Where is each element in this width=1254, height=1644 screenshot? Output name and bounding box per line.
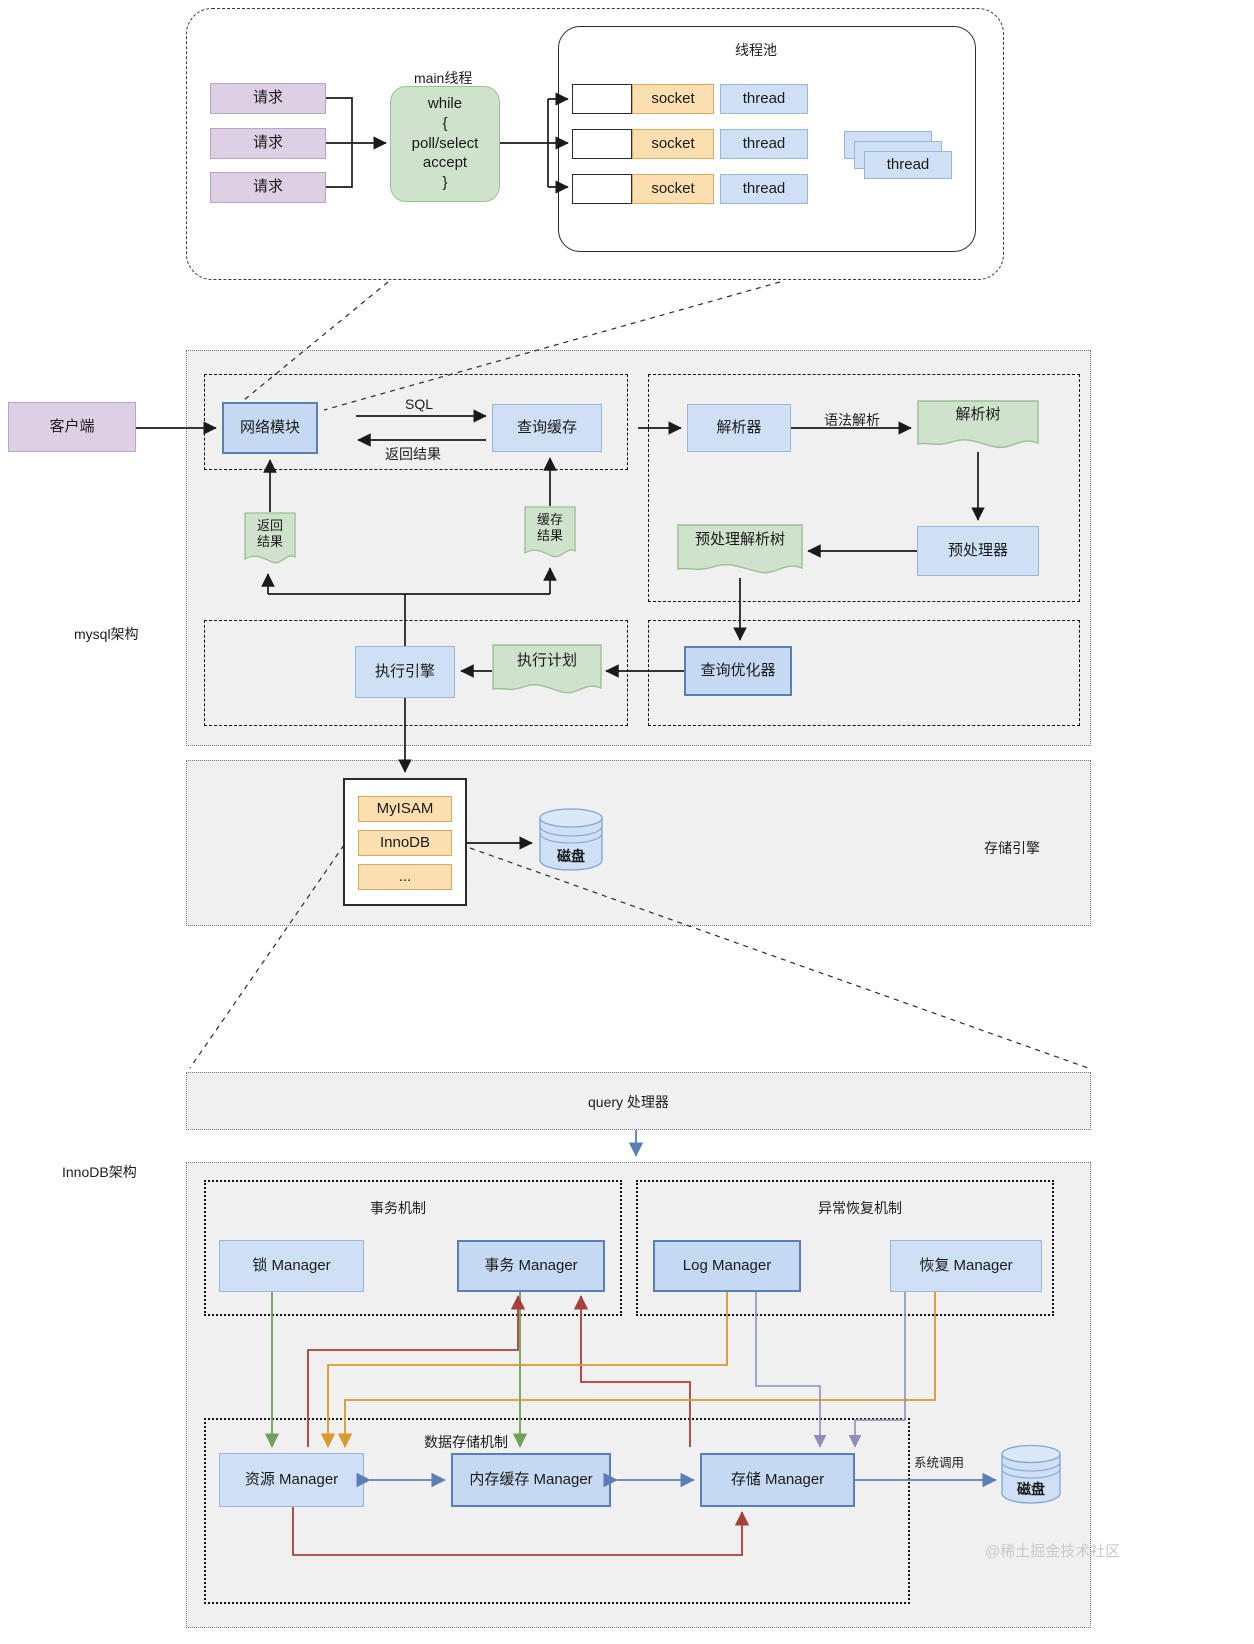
network-module-box: 网络模块: [222, 402, 318, 454]
edge-label-syntax-parse: 语法解析: [824, 412, 880, 428]
resource-manager-box: 资源 Manager: [219, 1453, 364, 1507]
manager-label: 事务 Manager: [484, 1256, 578, 1274]
innodb-architecture-label: InnoDB架构: [62, 1164, 137, 1180]
network-module-label: 网络模块: [239, 418, 300, 436]
mysql-architecture-label: mysql架构: [74, 626, 139, 642]
engine-label: MyISAM: [376, 799, 434, 817]
engine-other: ...: [358, 864, 452, 890]
manager-label: 资源 Manager: [244, 1470, 339, 1488]
disk-label: 磁盘: [1017, 1481, 1045, 1497]
storage-manager-box: 存储 Manager: [700, 1453, 855, 1507]
edge-label-sql: SQL: [405, 396, 434, 412]
main-thread-line-2: {: [442, 114, 448, 132]
data-storage-mechanism-title: 数据存储机制: [424, 1434, 508, 1450]
thread-box-1: thread: [720, 84, 808, 114]
execution-plan-flag: 执行计划: [492, 644, 602, 698]
client-label: 客户端: [49, 417, 95, 435]
main-thread-line-3: poll/select: [411, 134, 479, 152]
query-cache-box: 查询缓存: [492, 404, 602, 452]
request-label: 请求: [252, 134, 283, 152]
request-label: 请求: [252, 89, 283, 107]
watermark: @稀土掘金技术社区: [985, 1543, 1121, 1560]
socket-box-1: socket: [632, 84, 714, 114]
spare-thread-stack-front: thread: [864, 151, 952, 179]
request-box-1: 请求: [210, 83, 326, 114]
cache-result-line-1: 缓存: [536, 512, 563, 528]
query-processor-label: query 处理器: [588, 1094, 669, 1110]
socket-slot-empty-2: [572, 129, 632, 159]
main-thread-line-1: while: [427, 95, 463, 113]
execution-plan-label: 执行计划: [516, 652, 577, 669]
preprocessor-box: 预处理器: [917, 526, 1039, 576]
return-result-note: 返回 结果: [244, 512, 296, 568]
thread-pool-title: 线程池: [735, 42, 777, 58]
preprocessor-label: 预处理器: [947, 541, 1008, 559]
syscall-label: 系统调用: [914, 1456, 965, 1470]
main-thread-line-4: accept: [422, 154, 468, 172]
engine-label: ...: [398, 867, 412, 885]
memory-cache-manager-box: 内存缓存 Manager: [451, 1453, 611, 1507]
socket-label: socket: [651, 134, 695, 152]
thread-label: thread: [742, 89, 786, 107]
thread-label: thread: [742, 179, 786, 197]
log-manager-box: Log Manager: [653, 1240, 801, 1292]
data-storage-mechanism-group: [204, 1418, 910, 1604]
pre-parse-tree-flag: 预处理解析树: [677, 524, 803, 578]
socket-slot-empty-3: [572, 174, 632, 204]
engine-innodb: InnoDB: [358, 830, 452, 856]
manager-label: 内存缓存 Manager: [469, 1470, 593, 1488]
request-box-3: 请求: [210, 172, 326, 203]
engine-myisam: MyISAM: [358, 796, 452, 822]
transaction-manager-box: 事务 Manager: [457, 1240, 605, 1292]
diagram-canvas: 请求 请求 请求 main线程 while { poll/select acce…: [0, 0, 1254, 1644]
disk-label: 磁盘: [557, 848, 585, 864]
engine-label: InnoDB: [379, 833, 431, 851]
manager-label: 锁 Manager: [252, 1256, 331, 1274]
return-result-line-1: 返回: [256, 518, 283, 534]
socket-slot-empty-1: [572, 84, 632, 114]
lock-manager-box: 锁 Manager: [219, 1240, 364, 1292]
main-thread-line-5: }: [442, 174, 448, 192]
socket-label: socket: [651, 179, 695, 197]
socket-box-2: socket: [632, 129, 714, 159]
storage-engine-panel: [186, 760, 1091, 926]
main-thread-box: while { poll/select accept }: [390, 86, 500, 202]
thread-box-2: thread: [720, 129, 808, 159]
recovery-mechanism-title: 异常恢复机制: [818, 1200, 902, 1216]
main-thread-caption: main线程: [414, 70, 473, 86]
execution-engine-label: 执行引擎: [374, 662, 435, 680]
socket-label: socket: [651, 89, 695, 107]
request-label: 请求: [252, 178, 283, 196]
storage-engine-label: 存储引擎: [984, 840, 1040, 856]
edge-label-return-result: 返回结果: [385, 446, 441, 462]
request-box-2: 请求: [210, 128, 326, 159]
execution-engine-box: 执行引擎: [355, 646, 455, 698]
socket-box-3: socket: [632, 174, 714, 204]
disk-cylinder-innodb: 磁盘: [1000, 1443, 1062, 1505]
return-result-line-2: 结果: [256, 534, 283, 549]
client-box: 客户端: [8, 402, 136, 452]
disk-cylinder-storage: 磁盘: [538, 806, 604, 872]
thread-label: thread: [886, 155, 930, 173]
query-optimizer-label: 查询优化器: [700, 661, 776, 679]
manager-label: 存储 Manager: [730, 1470, 825, 1488]
cache-result-note: 缓存 结果: [524, 506, 576, 562]
pre-parse-tree-label: 预处理解析树: [694, 531, 785, 548]
recovery-manager-box: 恢复 Manager: [890, 1240, 1042, 1292]
query-cache-label: 查询缓存: [516, 418, 577, 436]
parser-box: 解析器: [687, 404, 791, 452]
thread-box-3: thread: [720, 174, 808, 204]
manager-label: 恢复 Manager: [919, 1256, 1013, 1274]
cache-result-line-2: 结果: [536, 528, 563, 543]
parser-label: 解析器: [716, 418, 762, 436]
thread-label: thread: [742, 134, 786, 152]
parse-tree-label: 解析树: [955, 406, 1001, 423]
transaction-mechanism-title: 事务机制: [370, 1200, 426, 1216]
parse-tree-flag: 解析树: [917, 400, 1039, 452]
manager-label: Log Manager: [682, 1256, 772, 1274]
query-optimizer-box: 查询优化器: [684, 646, 792, 696]
